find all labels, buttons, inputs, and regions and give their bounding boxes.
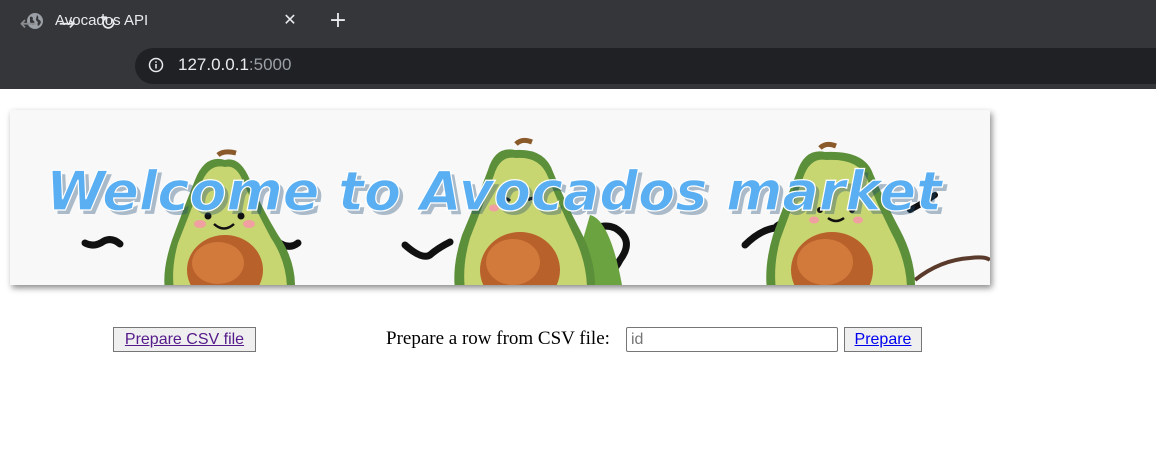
new-tab-icon[interactable]: + [326, 9, 350, 33]
prepare-csv-button[interactable]: Prepare CSV file [113, 327, 256, 352]
url-text: 127.0.0.1:5000 [178, 55, 291, 75]
close-tab-icon[interactable]: ✕ [280, 10, 300, 30]
back-icon[interactable]: ← [16, 11, 40, 35]
welcome-banner: Welcome to Avocados market Welcome to Av… [10, 110, 990, 285]
prepare-row-label: Prepare a row from CSV file: [386, 328, 610, 349]
url-port: :5000 [248, 55, 292, 74]
url-host: 127.0.0.1 [178, 55, 249, 74]
banner-title: Welcome to Avocados market [46, 160, 944, 223]
reload-icon[interactable]: ↻ [96, 11, 120, 35]
site-info-icon[interactable] [148, 57, 164, 73]
prepare-button[interactable]: Prepare [844, 327, 922, 352]
forward-icon[interactable]: → [55, 11, 79, 35]
id-input[interactable] [626, 327, 838, 352]
browser-toolbar [0, 43, 1156, 89]
